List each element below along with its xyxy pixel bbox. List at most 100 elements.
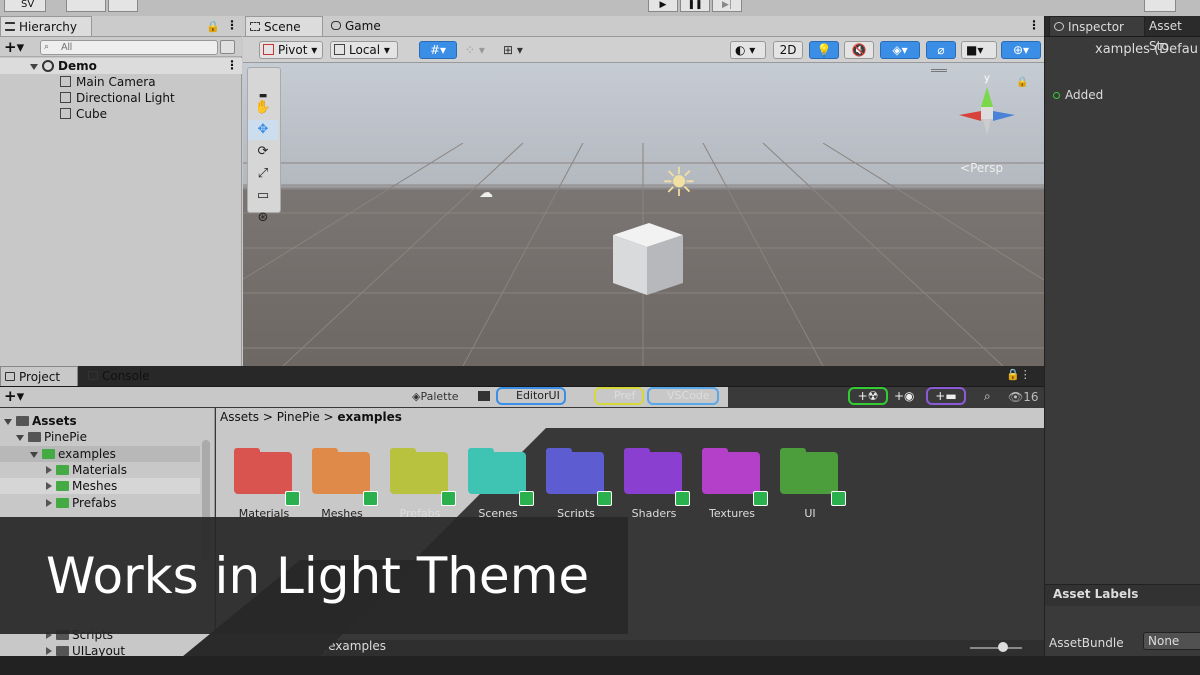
visibility-toggle[interactable]: ⌀ [926,41,956,59]
folder-icon [5,372,15,381]
lock-icon[interactable]: 🔒 [206,20,220,33]
folder-icon [624,452,682,494]
snap-increment-icon[interactable]: ⁘ ▾ [465,43,485,57]
overlay-handle[interactable] [931,69,947,72]
audio-toggle[interactable]: 🔇 [844,41,874,59]
hand-tool-icon[interactable]: ✋ [248,98,278,118]
tree-examples[interactable]: examples [30,446,116,462]
more-icon[interactable]: ⋮ [226,18,238,32]
folder-chip-icon[interactable] [478,391,490,401]
effects-dropdown[interactable]: ◈▾ [880,41,920,59]
expand-icon [30,64,38,70]
collapse-icon [46,499,52,507]
expand-icon [30,452,38,458]
asset-labels-header[interactable]: Asset Labels [1053,587,1138,601]
asset-folder[interactable] [546,448,612,506]
grid-icon [250,22,260,31]
grid-snap-button[interactable]: #▾ [419,41,457,59]
asset-folder[interactable] [702,448,768,506]
tab-hierarchy[interactable]: Hierarchy [0,16,92,36]
folder-icon [16,416,29,426]
history-button[interactable] [1144,0,1176,12]
tab-inspector[interactable]: Inspector [1049,16,1145,36]
tab-game[interactable]: Game [327,16,397,36]
tree-item[interactable]: Prefabs [46,495,117,511]
zoom-slider-handle[interactable] [998,642,1008,652]
project-lock-icon[interactable]: 🔒⋮ [1006,368,1031,381]
projection-toggle[interactable]: <Persp [960,161,1003,175]
tab-project[interactable]: Project [0,366,78,386]
move-tool-icon[interactable]: ✥ [248,120,278,140]
asset-folder[interactable] [234,448,300,506]
search-icon: ⌕ [44,42,50,52]
tree-item[interactable]: Materials [46,462,127,478]
camera-gizmo-icon[interactable]: ☁ [479,185,493,201]
tab-scene[interactable]: Scene [245,16,323,36]
scene-viewport[interactable]: ☀ ☁ 🔒 y <Persp [243,63,1044,366]
tree-pinepie[interactable]: PinePie [16,429,87,445]
hierarchy-search-input[interactable] [40,40,218,55]
inspector-panel: Inspector Asset Sto xamples (Defau Added… [1044,16,1200,656]
breadcrumb-item[interactable]: examples [337,410,401,424]
folder-icon [312,452,370,494]
hierarchy-item[interactable]: Cube [60,106,107,122]
collab-button[interactable] [108,0,138,12]
add-button[interactable]: +▾ [4,38,24,56]
editorui-chip[interactable]: EditorUI [496,387,566,405]
step-button[interactable]: ▶| [712,0,742,12]
hidden-count[interactable]: 👁16 [1008,390,1039,404]
tree-item[interactable]: Meshes [46,478,117,494]
hierarchy-item[interactable]: Directional Light [60,90,175,106]
gizmos-dropdown[interactable]: ⊕▾ [1001,41,1041,59]
zoom-slider[interactable] [970,647,1022,649]
rotate-tool-icon[interactable]: ⟳ [248,142,278,162]
folder-icon [234,452,292,494]
hierarchy-item[interactable]: Main Camera [60,74,156,90]
2d-toggle[interactable]: 2D [773,41,803,59]
add-scene-chip[interactable]: +☢ [848,387,888,405]
version-check-icon [441,491,456,506]
scene-more-icon[interactable]: ⋮ [1028,18,1040,32]
cube-object[interactable] [611,221,685,297]
folder-icon [56,481,69,491]
asset-folder[interactable] [468,448,534,506]
expand-icon [4,419,12,425]
add-folder-chip[interactable]: +▬ [926,387,966,405]
vscode-chip[interactable]: VSCode [647,387,719,405]
play-button[interactable]: ▶ [648,0,678,12]
gamepad-icon [331,21,341,30]
asset-folder[interactable] [780,448,846,506]
create-button[interactable]: +▾ [4,387,24,405]
grid-toggle-icon[interactable]: ⊞ ▾ [503,43,523,57]
account-button[interactable]: SV [4,0,46,12]
asset-folder[interactable] [624,448,690,506]
pref-chip[interactable]: Pref [594,387,644,405]
camera-dropdown[interactable]: ■▾ [961,41,997,59]
add-material-chip[interactable]: +◉ [894,389,915,403]
breadcrumb-item[interactable]: PinePie [277,410,320,424]
asset-folder[interactable] [390,448,456,506]
palette-chip[interactable]: ◈Palette [412,390,459,403]
rect-tool-icon[interactable]: ▭ [248,186,278,206]
folder-icon [56,498,69,508]
tree-assets[interactable]: Assets [4,413,77,429]
filter-icon[interactable] [220,40,235,54]
local-icon [334,44,345,55]
scale-tool-icon[interactable]: ⤢ [248,164,278,184]
scene-more-icon[interactable]: ⋮ [226,58,238,72]
asset-folder[interactable] [312,448,378,506]
lighting-toggle[interactable]: 💡 [809,41,839,59]
directional-light-icon[interactable]: ☀ [661,163,697,203]
orientation-gizmo[interactable] [955,79,1019,143]
pause-button[interactable]: ❚❚ [680,0,710,12]
search-icon[interactable]: ⌕ [984,389,991,404]
tab-asset-store[interactable]: Asset Sto [1143,16,1200,53]
transform-tool-icon[interactable]: ⊛ [248,208,278,228]
tab-console[interactable]: Console [84,366,164,386]
shading-dropdown[interactable]: ◐ ▾ [730,41,766,59]
scene-row[interactable]: Demo [30,58,97,74]
cloud-button[interactable] [66,0,106,12]
breadcrumb-item[interactable]: Assets [220,410,259,424]
assetbundle-dropdown[interactable]: None [1143,632,1200,650]
assetbundle-label: AssetBundle [1049,636,1124,650]
